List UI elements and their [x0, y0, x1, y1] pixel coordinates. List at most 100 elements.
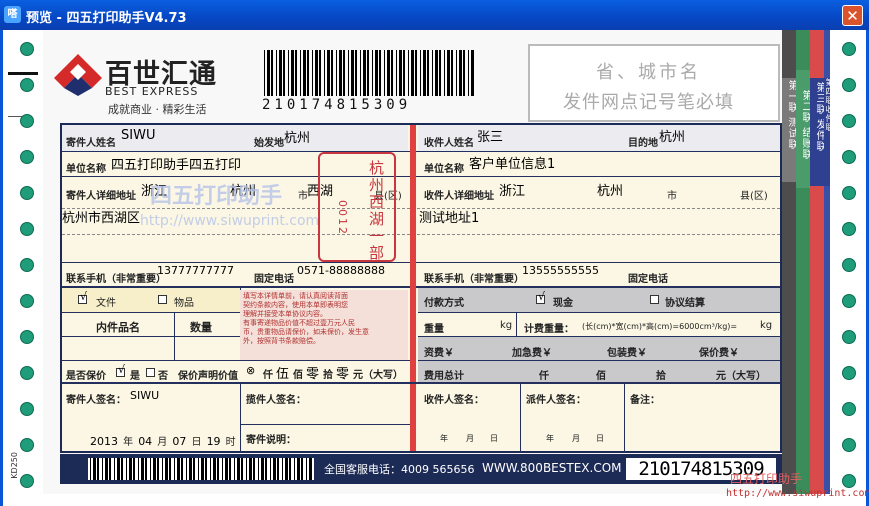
barcode-bar [169, 458, 171, 480]
barcode-bottom [88, 458, 314, 480]
barcode-bar [319, 50, 321, 96]
barcode-bar [303, 50, 306, 96]
barcode-bar [411, 50, 414, 96]
barcode-bar [150, 458, 151, 480]
barcode-bar [234, 458, 235, 480]
side-code: KD250 [10, 452, 19, 479]
sender-landline-field[interactable]: 0571-88888888 [297, 264, 385, 277]
barcode-bar [249, 458, 252, 480]
barcode-bar [229, 458, 231, 480]
barcode-bar [444, 50, 445, 96]
barcode-bar [90, 458, 91, 480]
send-datetime[interactable]: 2013 年 04 月 07 日 19 时 [90, 430, 236, 449]
grid-dash [62, 234, 780, 235]
barcode-bar [126, 458, 127, 480]
barcode-bar [174, 458, 175, 480]
barcode-bar [264, 50, 265, 96]
tractor-hole [842, 366, 856, 380]
barcode-bar [459, 50, 462, 96]
barcode-bar [423, 50, 426, 96]
grid-line [62, 262, 780, 263]
barcode-bar [133, 458, 135, 480]
barcode-bar [270, 458, 271, 480]
watermark-url: http://www.siwuprint.com [140, 213, 320, 229]
total-unit-3: 拾 [656, 371, 666, 382]
receiver-landline-label: 固定电话 [628, 274, 668, 285]
receiver-name-label: 收件人姓名 [424, 138, 474, 149]
receiver-sign-label: 收件人签名： [424, 395, 484, 406]
declared-unit-1: 仟 [263, 370, 273, 381]
barcode-bar [339, 50, 342, 96]
barcode-bar [309, 458, 312, 480]
barcode-bar [277, 458, 279, 480]
service-phone: 全国客服电话：4009 565656 [324, 463, 475, 476]
sender-name-field[interactable]: SIWU [121, 128, 155, 143]
sender-phone-field[interactable]: 13777777777 [157, 264, 234, 277]
tractor-hole [20, 330, 34, 344]
packing-fee-label: 包装费￥ [607, 348, 647, 359]
close-button[interactable]: ✕ [842, 5, 863, 26]
barcode-bar [324, 50, 325, 96]
barcode-bar [456, 50, 457, 96]
charge-weight-formula: (长(cm)*宽(cm)*高(cm)=6000cm³/kg)= [582, 322, 738, 331]
barcode-bar [463, 50, 465, 96]
barcode-bar [360, 50, 361, 96]
tractor-hole [842, 294, 856, 308]
payment-method-label: 付款方式 [424, 298, 464, 309]
barcode-bar [210, 458, 211, 480]
barcode-bar [114, 458, 115, 480]
grid-line [520, 384, 521, 452]
grid-line [62, 151, 780, 152]
receiver-address-field[interactable]: 测试地址1 [419, 207, 479, 226]
receiver-name-field[interactable]: 张三 [477, 126, 503, 145]
barcode-bar [141, 458, 144, 480]
barcode-bar [193, 458, 195, 480]
tractor-hole [842, 186, 856, 200]
sender-company-field[interactable]: 四五打印助手四五打印 [111, 154, 241, 173]
cash-label: 现金 [553, 298, 573, 309]
sender-sign-field[interactable]: SIWU [130, 389, 159, 402]
barcode-bar [291, 50, 294, 96]
contract-label: 协议结算 [665, 298, 705, 309]
receiver-province-field[interactable]: 浙江 [499, 180, 525, 199]
barcode-bar [327, 50, 330, 96]
receiver-city-field[interactable]: 杭州 [597, 180, 623, 199]
sender-landline-label: 固定电话 [254, 274, 294, 285]
barcode-bar [375, 50, 378, 96]
barcode-bar [117, 458, 120, 480]
barcode-bar [432, 50, 433, 96]
tractor-hole [20, 366, 34, 380]
origin-field[interactable]: 杭州 [284, 127, 310, 146]
tractor-hole [20, 474, 34, 488]
barcode-bar [93, 458, 96, 480]
barcode-bar [165, 458, 168, 480]
receiver-address-label: 收件人详细地址 [424, 191, 494, 202]
tractor-hole [20, 222, 34, 236]
brand-slogan: 成就商业 · 精彩生活 [108, 103, 207, 116]
receiver-phone-field[interactable]: 13555555555 [522, 264, 599, 277]
barcode-bar [289, 458, 291, 480]
barcode-bar [153, 458, 156, 480]
barcode-bar [276, 50, 277, 96]
declared-digit-3[interactable]: 零 [336, 363, 349, 382]
sender-receiver-divider [410, 125, 416, 451]
tractor-hole [20, 42, 34, 56]
insure-no-checkbox[interactable] [146, 367, 155, 378]
sender-address-field[interactable]: 杭州市西湖区 [62, 207, 140, 226]
contract-checkbox[interactable] [650, 294, 659, 305]
barcode-bar [241, 458, 243, 480]
weight-label: 重量 [424, 324, 444, 335]
declared-value-label: 保价声明价值 [178, 371, 238, 382]
receiver-company-field[interactable]: 客户单位信息1 [469, 153, 555, 172]
barcode-bar [427, 50, 429, 96]
dest-field[interactable]: 杭州 [659, 126, 685, 145]
barcode-bar [451, 50, 453, 96]
declared-digit-2[interactable]: 零 [306, 363, 319, 382]
tractor-hole [20, 402, 34, 416]
insure-no-label: 否 [158, 371, 168, 382]
sender-company-label: 单位名称 [66, 164, 106, 175]
goods-checkbox[interactable] [158, 294, 167, 305]
declared-digit-1[interactable]: 伍 [276, 363, 289, 382]
barcode-bar [384, 50, 385, 96]
receiver-company-label: 单位名称 [424, 164, 464, 175]
